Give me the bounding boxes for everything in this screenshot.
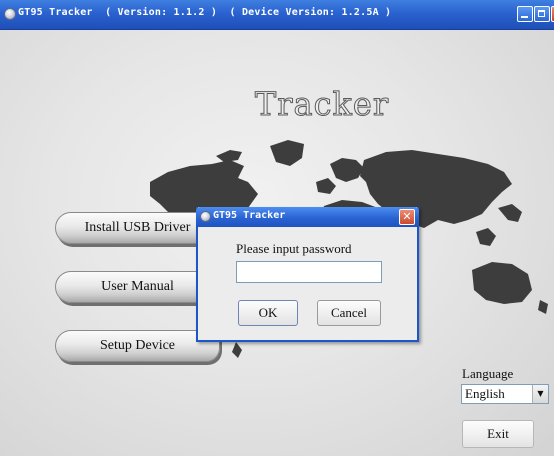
tracker-app-icon [4,8,16,20]
minimize-button[interactable] [517,6,533,22]
language-label: Language [462,366,514,381]
dialog-titlebar[interactable]: GT95 Tracker ✕ [196,207,419,227]
language-select[interactable]: English ▼ [461,384,549,404]
window-title: GT95 Tracker ( Version: 1.1.2 ) ( Device… [18,7,392,18]
maximize-button[interactable] [534,6,550,22]
password-prompt: Please input password [236,241,352,256]
dialog-close-button[interactable]: ✕ [399,209,415,225]
dialog-title: GT95 Tracker [213,210,286,221]
app-heading: Tracker [254,85,390,124]
language-selected-value: English [465,386,505,401]
tracker-app-icon [200,211,211,222]
password-dialog: GT95 Tracker ✕ Please input password OK … [196,207,419,342]
exit-button[interactable]: Exit [462,420,534,448]
window-titlebar[interactable]: GT95 Tracker ( Version: 1.1.2 ) ( Device… [0,0,554,30]
cancel-button[interactable]: Cancel [317,300,381,326]
main-window: GT95 Tracker ( Version: 1.1.2 ) ( Device… [0,0,554,456]
ok-button[interactable]: OK [238,300,298,326]
password-input[interactable] [236,261,382,283]
chevron-down-icon[interactable]: ▼ [532,385,548,403]
